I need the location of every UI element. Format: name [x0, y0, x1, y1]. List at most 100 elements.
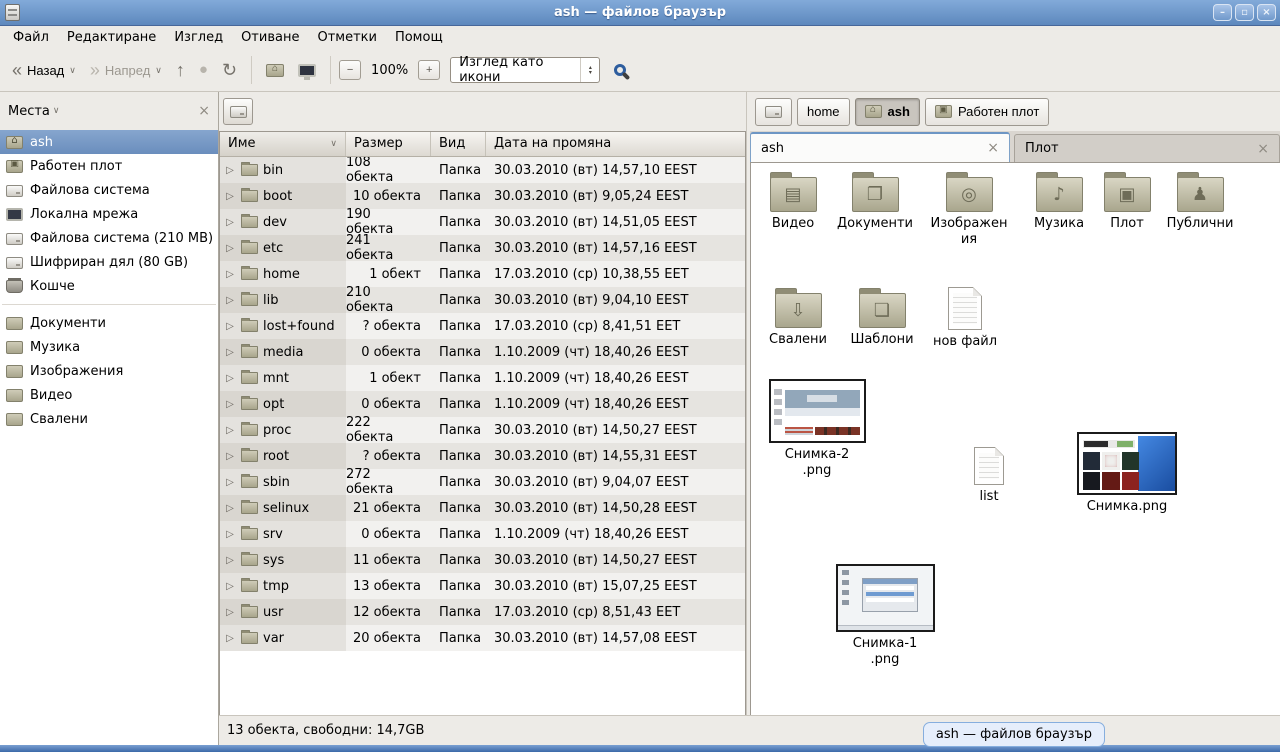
table-row[interactable]: ▷selinux21 обектаПапка30.03.2010 (вт) 14… — [220, 495, 745, 521]
icon-item-downloads-folder[interactable]: ⇩Свалени — [756, 287, 840, 348]
table-row[interactable]: ▷mnt1 обектПапка1.10.2009 (чт) 18,40,26 … — [220, 365, 745, 391]
expander-icon[interactable]: ▷ — [224, 555, 236, 566]
tree-root-button[interactable] — [223, 98, 253, 125]
menu-item-1[interactable]: Редактиране — [58, 28, 165, 47]
expander-icon[interactable]: ▷ — [224, 373, 236, 384]
menu-item-3[interactable]: Отиване — [232, 28, 308, 47]
expander-icon[interactable]: ▷ — [224, 425, 236, 436]
search-icon[interactable] — [614, 64, 626, 76]
sidebar-item-downloads[interactable]: Свалени — [0, 407, 218, 431]
expander-icon[interactable]: ▷ — [224, 165, 236, 176]
table-row[interactable]: ▷etc241 обектаПапка30.03.2010 (вт) 14,57… — [220, 235, 745, 261]
table-row[interactable]: ▷dev190 обектаПапка30.03.2010 (вт) 14,51… — [220, 209, 745, 235]
tab-close-icon[interactable]: × — [1249, 141, 1269, 157]
table-row[interactable]: ▷media0 обектаПапка1.10.2009 (чт) 18,40,… — [220, 339, 745, 365]
maximize-button[interactable]: ▫ — [1235, 4, 1254, 21]
menu-item-5[interactable]: Помощ — [386, 28, 452, 47]
table-row[interactable]: ▷sbin272 обектаПапка30.03.2010 (вт) 9,04… — [220, 469, 745, 495]
expander-icon[interactable]: ▷ — [224, 503, 236, 514]
table-row[interactable]: ▷tmp13 обектаПапка30.03.2010 (вт) 15,07,… — [220, 573, 745, 599]
sidebar-item-encrypted-80gb[interactable]: Шифриран дял (80 GB) — [0, 250, 218, 274]
expander-icon[interactable]: ▷ — [224, 451, 236, 462]
icon-item-snimka-1-png[interactable]: Снимка-1.png — [831, 564, 939, 667]
table-row[interactable]: ▷boot10 обектаПапка30.03.2010 (вт) 9,05,… — [220, 183, 745, 209]
pathbar-button-home[interactable]: home — [797, 98, 850, 126]
pathbar-button-ash[interactable]: ash — [855, 98, 920, 126]
menu-item-0[interactable]: Файл — [4, 28, 58, 47]
menu-item-4[interactable]: Отметки — [308, 28, 385, 47]
column-header-size[interactable]: Размер — [346, 132, 431, 156]
table-row[interactable]: ▷lib210 обектаПапка30.03.2010 (вт) 9,04,… — [220, 287, 745, 313]
table-row[interactable]: ▷srv0 обектаПапка1.10.2009 (чт) 18,40,26… — [220, 521, 745, 547]
expander-icon[interactable]: ▷ — [224, 295, 236, 306]
table-row[interactable]: ▷opt0 обектаПапка1.10.2009 (чт) 18,40,26… — [220, 391, 745, 417]
reload-button[interactable]: ↻ — [216, 57, 243, 83]
expander-icon[interactable]: ▷ — [224, 191, 236, 202]
expander-icon[interactable]: ▷ — [224, 217, 236, 228]
column-header-name[interactable]: Име∨ — [220, 132, 346, 156]
sidebar-item-home[interactable]: ash — [0, 130, 218, 154]
expander-icon[interactable]: ▷ — [224, 269, 236, 280]
expander-icon[interactable]: ▷ — [224, 633, 236, 644]
icon-item-documents-folder[interactable]: ❐Документи — [833, 171, 917, 232]
zoom-out-button[interactable]: − — [339, 60, 361, 80]
forward-button[interactable]: » Напред ∨ — [84, 57, 168, 83]
sidebar-item-filesystem[interactable]: Файлова система — [0, 178, 218, 202]
table-row[interactable]: ▷proc222 обектаПапка30.03.2010 (вт) 14,5… — [220, 417, 745, 443]
pathbar-button-root-drive[interactable] — [755, 98, 792, 126]
stop-button[interactable]: ● — [193, 57, 214, 83]
computer-button[interactable] — [292, 59, 322, 82]
icon-item-snimka-2-png[interactable]: Снимка-2.png — [763, 379, 871, 478]
minimize-button[interactable]: – — [1213, 4, 1232, 21]
icon-item-video-folder[interactable]: ▤Видео — [751, 171, 835, 232]
close-button[interactable]: × — [1257, 4, 1276, 21]
expander-icon[interactable]: ▷ — [224, 581, 236, 592]
sidebar-item-trash[interactable]: Кошче — [0, 274, 218, 298]
expander-icon[interactable]: ▷ — [224, 477, 236, 488]
sidebar-close-icon[interactable]: × — [198, 103, 210, 119]
table-row[interactable]: ▷var20 обектаПапка30.03.2010 (вт) 14,57,… — [220, 625, 745, 651]
icon-item-snimka-png[interactable]: Снимка.png — [1073, 432, 1181, 515]
titlebar[interactable]: ash — файлов браузър – ▫ × — [0, 0, 1280, 26]
taskbar-window-button[interactable]: ash — файлов браузър — [923, 722, 1105, 747]
column-header-date[interactable]: Дата на промяна — [486, 132, 745, 156]
table-row[interactable]: ▷lost+found? обектаПапка17.03.2010 (ср) … — [220, 313, 745, 339]
table-row[interactable]: ▷root? обектаПапка30.03.2010 (вт) 14,55,… — [220, 443, 745, 469]
tab-close-icon[interactable]: × — [979, 140, 999, 156]
expander-icon[interactable]: ▷ — [224, 243, 236, 254]
pathbar-button-desktop[interactable]: Работен плот — [925, 98, 1049, 126]
table-row[interactable]: ▷sys11 обектаПапка30.03.2010 (вт) 14,50,… — [220, 547, 745, 573]
expander-icon[interactable]: ▷ — [224, 529, 236, 540]
back-button[interactable]: « Назад ∨ — [6, 57, 82, 83]
tab-ash[interactable]: ash× — [750, 132, 1010, 162]
column-header-type[interactable]: Вид — [431, 132, 486, 156]
sidebar-item-local-network[interactable]: Локална мрежа — [0, 202, 218, 226]
sidebar-item-documents[interactable]: Документи — [0, 311, 218, 335]
icon-item-desktop-folder[interactable]: ▣Плот — [1085, 171, 1169, 232]
back-dropdown-icon[interactable]: ∨ — [69, 65, 76, 76]
sidebar-title-dropdown-icon[interactable]: ∨ — [53, 106, 60, 116]
sidebar-item-desktop[interactable]: Работен плот — [0, 154, 218, 178]
expander-icon[interactable]: ▷ — [224, 347, 236, 358]
icon-item-public-folder[interactable]: ♟Публични — [1158, 171, 1242, 232]
icon-item-templates-folder[interactable]: ❏Шаблони — [840, 287, 924, 348]
view-mode-select[interactable]: Изглед като икони ▴▾ — [450, 57, 600, 83]
expander-icon[interactable]: ▷ — [224, 399, 236, 410]
sidebar-item-music[interactable]: Музика — [0, 335, 218, 359]
expander-icon[interactable]: ▷ — [224, 321, 236, 332]
menu-item-2[interactable]: Изглед — [165, 28, 232, 47]
table-row[interactable]: ▷home1 обектПапка17.03.2010 (ср) 10,38,5… — [220, 261, 745, 287]
icon-item-new-file[interactable]: нов файл — [923, 287, 1007, 350]
table-row[interactable]: ▷usr12 обектаПапка17.03.2010 (ср) 8,51,4… — [220, 599, 745, 625]
icon-item-pictures-folder[interactable]: ◎Изображения — [927, 171, 1011, 247]
sidebar-item-filesystem-210mb[interactable]: Файлова система (210 MB) — [0, 226, 218, 250]
sidebar-item-pictures[interactable]: Изображения — [0, 359, 218, 383]
expander-icon[interactable]: ▷ — [224, 607, 236, 618]
icon-item-list-file[interactable]: list — [957, 447, 1021, 505]
zoom-in-button[interactable]: + — [418, 60, 440, 80]
up-button[interactable]: ↑ — [170, 57, 191, 83]
sidebar-item-video[interactable]: Видео — [0, 383, 218, 407]
table-row[interactable]: ▷bin108 обектаПапка30.03.2010 (вт) 14,57… — [220, 157, 745, 183]
sidebar-title[interactable]: Места — [8, 104, 50, 119]
home-button[interactable] — [260, 59, 290, 82]
